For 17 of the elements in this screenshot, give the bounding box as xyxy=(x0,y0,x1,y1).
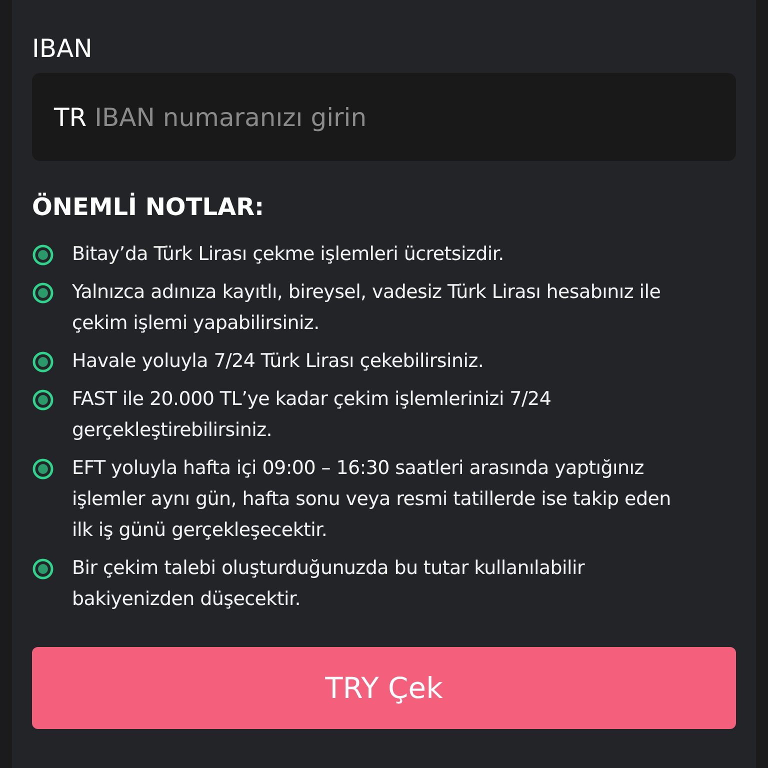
iban-input-field[interactable]: IBAN numaranızı girin xyxy=(94,102,714,132)
bullet-circle-icon xyxy=(32,389,54,411)
notes-heading: ÖNEMLİ NOTLAR: xyxy=(32,193,266,221)
bullet-circle-icon xyxy=(32,282,54,304)
note-text: Bitay’da Türk Lirası çekme işlemleri ücretsizdir. xyxy=(72,242,504,267)
bullet-circle-icon xyxy=(32,558,54,580)
note-text: Yalnızca adınıza kayıtlı, bireysel, vadesiz Türk Lirası hesabınız ile çekim işlemi yapabilirsiniz. xyxy=(72,280,662,336)
note-text: EFT yoluyla hafta içi 09:00 – 16:30 saatleri arasında yaptığınız işlemler aynı gün, hafta sonu veya resmi tatillerde ise takip eden ilk iş günü gerçekleşecektir. xyxy=(72,456,672,543)
bullet-circle-icon xyxy=(32,458,54,480)
iban-field[interactable]: TR IBAN numaranızı girin xyxy=(32,73,736,161)
note-text: Bir çekim talebi oluşturduğunuzda bu tutar kullanılabilir bakiyenizden düşecektir. xyxy=(72,556,586,612)
note-text: FAST ile 20.000 TL’ye kadar çekim işlemlerinizi 7/24 gerçekleştirebilirsiniz. xyxy=(72,387,552,443)
field-label: IBAN xyxy=(32,34,94,63)
note-text: Havale yoluyla 7/24 Türk Lirası çekebilirsiniz. xyxy=(72,349,484,374)
bullet-circle-icon xyxy=(32,351,54,373)
country-prefix: TR xyxy=(54,102,87,132)
bullet-circle-icon xyxy=(32,244,54,266)
